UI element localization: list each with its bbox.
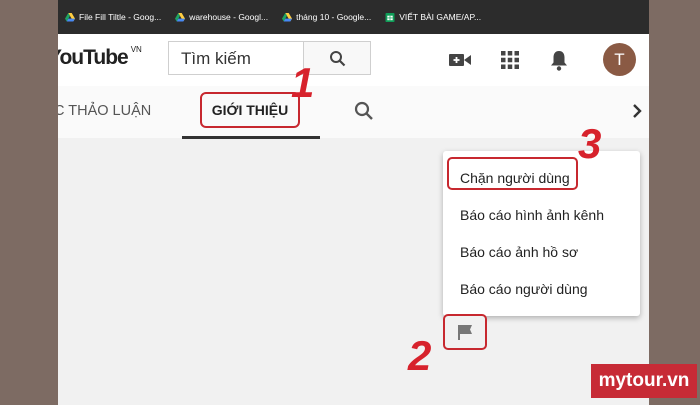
sheets-icon xyxy=(385,12,395,22)
youtube-logo[interactable]: YouTubeVN xyxy=(58,45,142,70)
browser-frame: File Fill Tiltle - Goog... warehouse - G… xyxy=(58,0,649,405)
bookmark-label: tháng 10 - Google... xyxy=(296,12,372,22)
menu-item-report-channel-art[interactable]: Báo cáo hình ảnh kênh xyxy=(460,207,604,223)
channel-tabs: C THẢO LUẬN GIỚI THIỆU xyxy=(58,86,649,139)
bookmark-item[interactable]: VIẾT BÀI GAME/AP... xyxy=(385,12,481,22)
logo-text: YouTube xyxy=(58,46,129,69)
menu-item-block-user[interactable]: Chặn người dùng xyxy=(460,170,570,186)
avatar[interactable]: T xyxy=(603,43,636,76)
search-icon xyxy=(354,101,373,120)
step-number-1: 1 xyxy=(291,59,315,106)
menu-item-report-user[interactable]: Báo cáo người dùng xyxy=(460,281,588,297)
drive-icon xyxy=(175,12,186,21)
report-flag-button[interactable] xyxy=(443,314,487,350)
report-menu: Chặn người dùng Báo cáo hình ảnh kênh Bá… xyxy=(443,151,640,316)
drive-icon xyxy=(65,12,75,21)
bookmark-label: warehouse - Googl... xyxy=(189,12,269,22)
bell-icon xyxy=(551,50,567,71)
bookmark-item[interactable]: tháng 10 - Google... xyxy=(282,12,371,22)
apps-grid-icon xyxy=(501,51,519,69)
create-video-button[interactable] xyxy=(448,48,472,72)
tab-search-button[interactable] xyxy=(354,101,374,121)
flag-icon xyxy=(458,325,472,340)
video-camera-icon xyxy=(449,54,471,66)
apps-button[interactable] xyxy=(498,48,522,72)
bookmarks-bar: File Fill Tiltle - Goog... warehouse - G… xyxy=(58,0,649,34)
menu-item-report-profile-picture[interactable]: Báo cáo ảnh hồ sơ xyxy=(460,244,578,260)
logo-region: VN xyxy=(130,45,142,54)
bookmark-label: File Fill Tiltle - Goog... xyxy=(79,12,162,22)
tab-about-label: GIỚI THIỆU xyxy=(200,92,300,128)
bookmark-label: VIẾT BÀI GAME/AP... xyxy=(399,12,482,22)
bookmark-item[interactable]: File Fill Tiltle - Goog... xyxy=(65,12,161,22)
step-number-3: 3 xyxy=(578,120,602,167)
notifications-button[interactable] xyxy=(547,48,571,72)
drive-icon xyxy=(282,12,293,21)
search-input[interactable]: Tìm kiếm xyxy=(168,41,303,75)
chevron-right-icon xyxy=(633,104,642,118)
search-icon xyxy=(329,50,345,66)
step-number-2: 2 xyxy=(408,332,432,379)
bookmark-item[interactable]: warehouse - Googl... xyxy=(175,12,268,22)
watermark: mytour.vn xyxy=(591,364,697,398)
tabs-scroll-right-button[interactable] xyxy=(630,102,644,120)
tab-discussion[interactable]: C THẢO LUẬN xyxy=(58,103,151,119)
youtube-header: YouTubeVN Tìm kiếm xyxy=(58,34,649,86)
